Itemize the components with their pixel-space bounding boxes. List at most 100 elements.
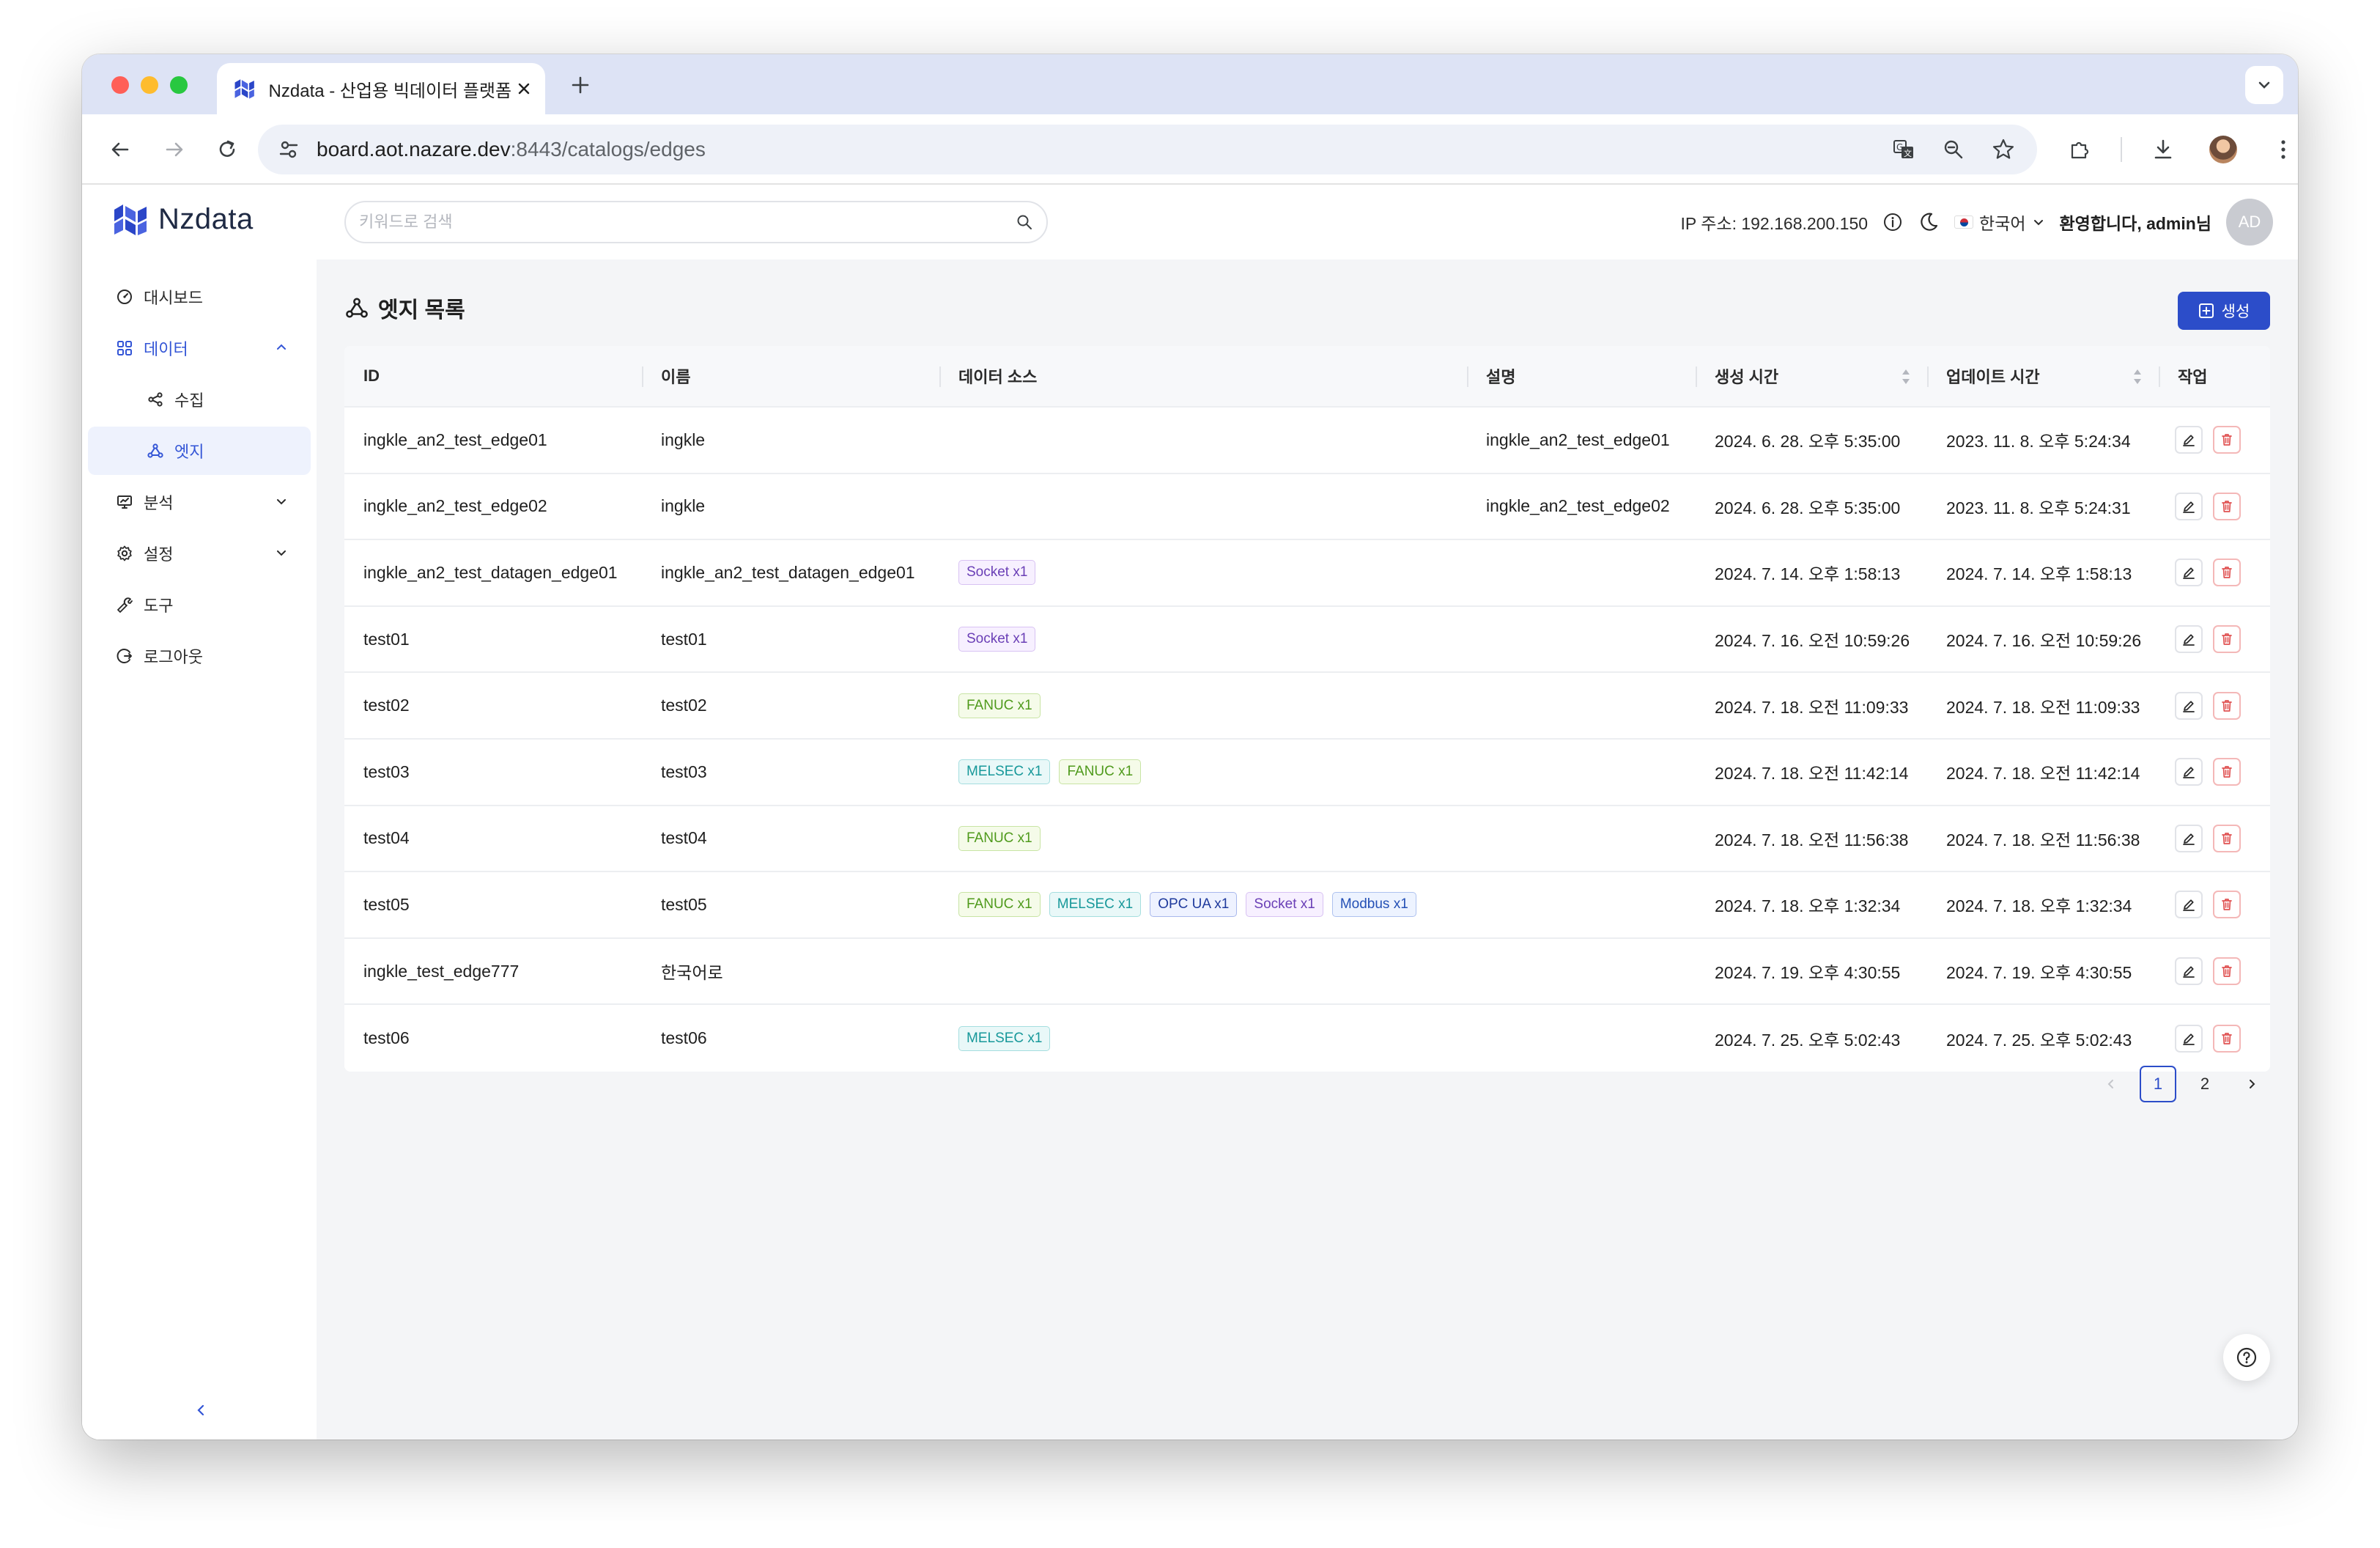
browser-window: Nzdata - 산업용 빅데이터 플랫폼 board.aot.nazare.d…: [82, 54, 2298, 1440]
translate-icon[interactable]: G文: [1885, 130, 1923, 169]
create-button[interactable]: 생성: [2178, 292, 2270, 330]
column-header-updated-time[interactable]: 업데이트 시간: [1927, 346, 2159, 406]
tab-search-chevron-icon[interactable]: [2245, 66, 2283, 104]
brand-logo[interactable]: Nzdata: [113, 202, 254, 236]
delete-trash-icon[interactable]: [2213, 891, 2241, 919]
edit-pencil-icon[interactable]: [2175, 691, 2203, 720]
delete-trash-icon[interactable]: [2213, 1024, 2241, 1053]
cell-created-time: 2024. 7. 18. 오후 1:32:34: [1715, 896, 1901, 916]
edit-pencil-icon[interactable]: [2175, 559, 2203, 587]
browser-tab-active[interactable]: Nzdata - 산업용 빅데이터 플랫폼: [217, 63, 545, 114]
column-header-data-source[interactable]: 데이터 소스: [939, 346, 1467, 406]
tab-close-icon[interactable]: [511, 74, 536, 103]
cell-actions: [2159, 758, 2270, 786]
cell-actions: [2159, 824, 2270, 852]
sidebar-item-collect[interactable]: 수집: [88, 375, 311, 424]
sidebar-item-tools[interactable]: 도구: [88, 580, 311, 629]
table-row[interactable]: ingkle_an2_test_edge02 ingkle ingkle_an2_t…: [344, 474, 2270, 541]
sort-icon[interactable]: [1901, 368, 1911, 386]
sidebar-item-logout[interactable]: 로그아웃: [88, 632, 311, 680]
address-bar[interactable]: board.aot.nazare.dev:8443/catalogs/edges…: [258, 125, 2037, 174]
search-icon[interactable]: [1016, 213, 1033, 231]
sort-icon[interactable]: [2132, 368, 2143, 386]
brand-name: Nzdata: [158, 202, 254, 235]
cell-created-time: 2024. 6. 28. 오후 5:35:00: [1715, 432, 1901, 452]
delete-trash-icon[interactable]: [2213, 957, 2241, 986]
delete-trash-icon[interactable]: [2213, 758, 2241, 786]
table-row[interactable]: test02 test02 FANUC x1 2024. 7. 18. 오전 11:0…: [344, 673, 2270, 740]
close-window-button[interactable]: [111, 76, 129, 94]
table-row[interactable]: ingkle_test_edge777 한국어로 2024. 7. 19. 오후 4…: [344, 939, 2270, 1006]
table-row[interactable]: test05 test05 FANUC x1 MELSEC x1 OPC UA x1 So…: [344, 872, 2270, 939]
edit-pencil-icon[interactable]: [2175, 891, 2203, 919]
delete-trash-icon[interactable]: [2213, 426, 2241, 454]
browser-toolbar: board.aot.nazare.dev:8443/catalogs/edges…: [82, 114, 2298, 185]
delete-trash-icon[interactable]: [2213, 625, 2241, 654]
minimize-window-button[interactable]: [141, 76, 158, 94]
page-button-2[interactable]: 2: [2187, 1066, 2223, 1102]
user-avatar[interactable]: AD: [2226, 199, 2273, 246]
edge-nodes-icon: [346, 298, 368, 318]
sidebar-item-dashboard[interactable]: 대시보드: [88, 273, 311, 321]
edit-pencil-icon[interactable]: [2175, 1024, 2203, 1053]
bookmark-star-icon[interactable]: [1984, 130, 2022, 169]
data-source-badge: Socket x1: [1246, 892, 1323, 918]
search-input[interactable]: [359, 213, 1016, 232]
cell-updated-time: 2024. 7. 18. 오전 11:42:14: [1946, 764, 2140, 784]
cell-updated-time: 2024. 7. 19. 오후 4:30:55: [1946, 963, 2132, 983]
cell-id: test02: [363, 696, 410, 715]
language-selector[interactable]: 한국어: [1954, 210, 2044, 235]
table-row[interactable]: ingkle_an2_test_edge01 ingkle ingkle_an2_t…: [344, 408, 2270, 474]
dashboard-icon: [117, 290, 132, 304]
cell-created-time: 2024. 7. 18. 오전 11:56:38: [1715, 830, 1909, 849]
column-header-name[interactable]: 이름: [642, 346, 939, 406]
edit-pencil-icon[interactable]: [2175, 758, 2203, 786]
page-button-1[interactable]: 1: [2140, 1066, 2176, 1102]
next-page-chevron-icon[interactable]: [2233, 1066, 2270, 1102]
extensions-icon[interactable]: [2061, 130, 2099, 169]
site-settings-icon[interactable]: [268, 129, 309, 170]
table-row[interactable]: test06 test06 MELSEC x1 2024. 7. 25. 오후 5:0…: [344, 1005, 2270, 1072]
chevron-down-icon: [277, 499, 286, 505]
data-source-badge: OPC UA x1: [1150, 892, 1238, 918]
cell-id: ingkle_an2_test_datagen_edge01: [363, 562, 618, 582]
prev-page-chevron-icon[interactable]: [2093, 1066, 2129, 1102]
sidebar-item-settings[interactable]: 설정: [88, 529, 311, 578]
edit-pencil-icon[interactable]: [2175, 957, 2203, 986]
delete-trash-icon[interactable]: [2213, 559, 2241, 587]
edit-pencil-icon[interactable]: [2175, 426, 2203, 454]
column-header-created-time[interactable]: 생성 시간: [1696, 346, 1927, 406]
download-icon[interactable]: [2144, 130, 2182, 169]
delete-trash-icon[interactable]: [2213, 824, 2241, 852]
profile-avatar[interactable]: [2204, 130, 2242, 169]
column-header-id[interactable]: ID: [344, 346, 642, 406]
delete-trash-icon[interactable]: [2213, 492, 2241, 520]
delete-trash-icon[interactable]: [2213, 691, 2241, 720]
new-tab-icon[interactable]: [563, 67, 598, 103]
sidebar-item-data[interactable]: 데이터: [88, 324, 311, 372]
table-row[interactable]: test03 test03 MELSEC x1 FANUC x1 2024. 7. 18…: [344, 740, 2270, 806]
collapse-sidebar-chevron-icon[interactable]: [188, 1397, 214, 1423]
sidebar-item-edge[interactable]: 엣지: [88, 427, 311, 475]
sidebar-item-analysis[interactable]: 분석: [88, 478, 311, 526]
edit-pencil-icon[interactable]: [2175, 625, 2203, 654]
table-row[interactable]: test04 test04 FANUC x1 2024. 7. 18. 오전 11:5…: [344, 806, 2270, 873]
table-row[interactable]: ingkle_an2_test_datagen_edge01 ingkle_an2…: [344, 540, 2270, 607]
column-header-description[interactable]: 설명: [1467, 346, 1696, 406]
browser-menu-icon[interactable]: [2264, 130, 2298, 169]
cell-actions: [2159, 625, 2270, 654]
info-icon[interactable]: [1882, 212, 1903, 232]
edit-pencil-icon[interactable]: [2175, 824, 2203, 852]
sidebar-item-label: 데이터: [144, 340, 188, 358]
reload-icon[interactable]: [208, 130, 246, 169]
cell-updated-time: 2024. 7. 16. 오전 10:59:26: [1946, 631, 2142, 651]
zoom-icon[interactable]: [1934, 130, 1973, 169]
table-row[interactable]: test01 test01 Socket x1 2024. 7. 16. 오전 10:…: [344, 607, 2270, 674]
keyword-search[interactable]: [344, 201, 1048, 243]
dark-mode-moon-icon[interactable]: [1918, 211, 1940, 233]
help-question-icon[interactable]: [2223, 1334, 2270, 1381]
back-arrow-icon[interactable]: [101, 130, 139, 169]
maximize-window-button[interactable]: [170, 76, 188, 94]
edit-pencil-icon[interactable]: [2175, 492, 2203, 520]
forward-arrow-icon[interactable]: [155, 130, 193, 169]
